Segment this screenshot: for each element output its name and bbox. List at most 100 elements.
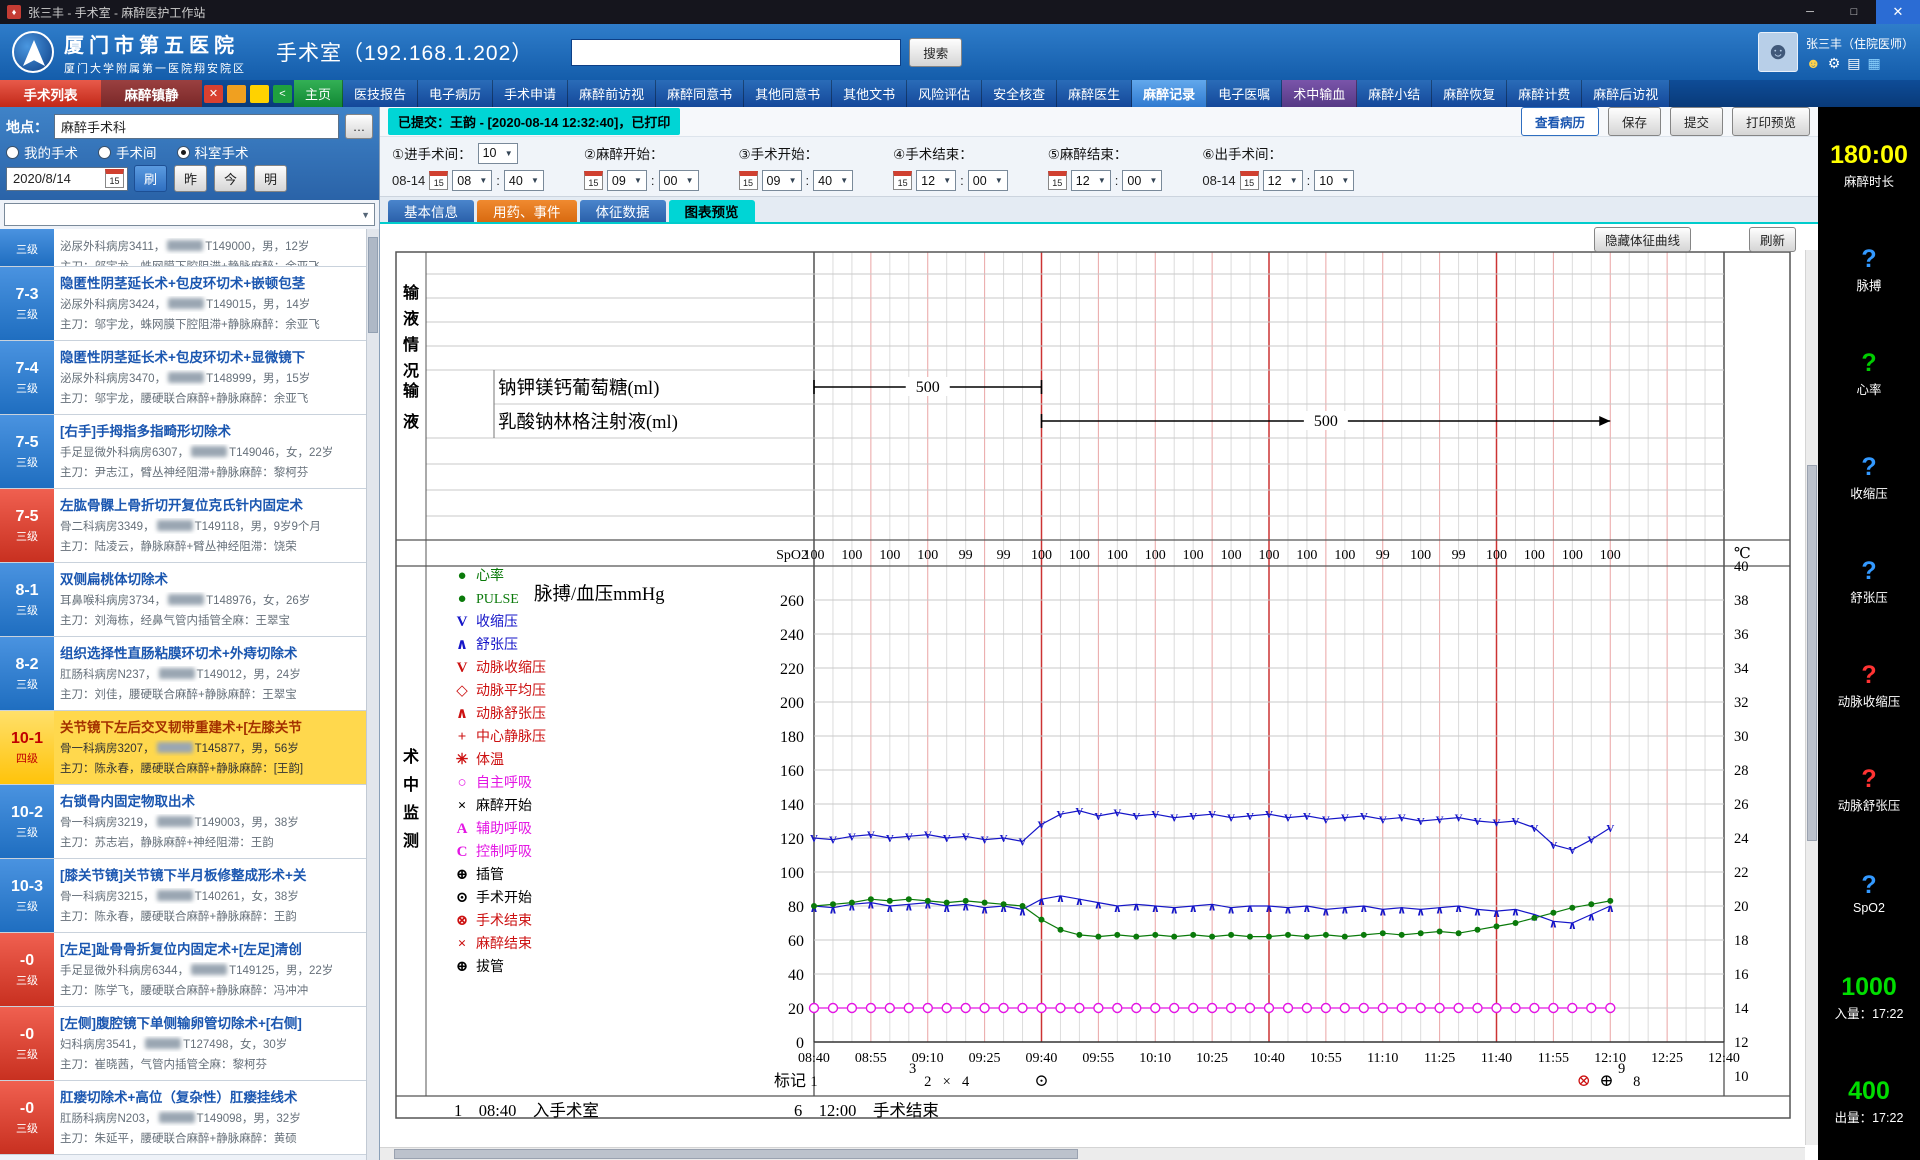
tab-麻醉同意书[interactable]: 麻醉同意书 (656, 80, 744, 107)
scroll-left-icon[interactable]: < (273, 85, 292, 103)
surgery-list-item[interactable]: 10-3三级[膝关节镜]关节镜下半月板修整成形术+关骨一科病房3215，T140… (0, 859, 366, 933)
date-input[interactable]: 2020/8/14 15 (6, 167, 128, 191)
tab-手术申请[interactable]: 手术申请 (493, 80, 568, 107)
gear-icon[interactable]: ⚙ (1828, 56, 1841, 70)
maximize-button[interactable]: □ (1832, 0, 1876, 24)
svg-text:∧: ∧ (1549, 918, 1558, 930)
calendar-icon[interactable]: 15 (739, 171, 758, 190)
hour-select[interactable]: 08▼ (452, 170, 492, 191)
room-select[interactable]: 10▼ (478, 143, 518, 164)
calendar-icon[interactable]: 15 (105, 169, 124, 188)
tab-麻醉恢复[interactable]: 麻醉恢复 (1432, 80, 1507, 107)
tab-麻醉记录[interactable]: 麻醉记录 (1132, 80, 1207, 107)
tab-电子病历[interactable]: 电子病历 (418, 80, 493, 107)
date-button-昨[interactable]: 昨 (174, 165, 207, 192)
tab-surgery-list[interactable]: 手术列表 (0, 80, 101, 107)
sidebar-scrollbar[interactable] (366, 229, 379, 1160)
anesthesia-line: 主刀：朱延平，腰硬联合麻醉+静脉麻醉：黄硕 (60, 1130, 360, 1146)
record-subtab-图表预览[interactable]: 图表预览 (669, 200, 755, 222)
tab-麻醉后访视[interactable]: 麻醉后访视 (1582, 80, 1670, 107)
chart-vertical-scrollbar[interactable] (1805, 250, 1818, 1145)
global-search-input[interactable] (571, 39, 901, 66)
radio-手术间[interactable]: 手术间 (98, 142, 157, 162)
record-subtab-体征数据[interactable]: 体征数据 (580, 200, 666, 222)
search-button[interactable]: 搜索 (909, 38, 962, 67)
tab-anesthesia-sedation[interactable]: 麻醉镇静 (101, 80, 202, 107)
hour-select[interactable]: 09▼ (762, 170, 802, 191)
surgery-list-item[interactable]: -0三级[左足]趾骨骨折复位内固定术+[左足]清创手足显微外科病房6344，T1… (0, 933, 366, 1007)
chart-button-刷新[interactable]: 刷新 (1749, 227, 1796, 252)
date-button-明[interactable]: 明 (254, 165, 287, 192)
surgery-list-item[interactable]: 三级泌尿外科病房3411，T149000，男，12岁主刀：邬宇龙，蛛网膜下腔阻滞… (0, 229, 366, 267)
location-input[interactable]: 麻醉手术科 (54, 114, 339, 139)
tab-风险评估[interactable]: 风险评估 (907, 80, 982, 107)
chart-hscroll-thumb[interactable] (394, 1149, 1078, 1159)
minute-select[interactable]: 40▼ (504, 170, 544, 191)
anesthesia-record-main: 已提交：王韵 - [2020-08-14 12:32:40]，已打印 查看病历保… (380, 107, 1818, 1160)
minute-select[interactable]: 00▼ (968, 170, 1008, 191)
user-avatar[interactable]: ☻ (1758, 32, 1798, 72)
yellow-square-icon[interactable] (250, 85, 269, 103)
sidebar-scrollbar-thumb[interactable] (368, 237, 378, 333)
date-button-刷[interactable]: 刷 (134, 165, 167, 192)
calendar-icon[interactable]: 15 (584, 171, 603, 190)
surgery-list-item[interactable]: 10-1四级关节镜下左后交叉韧带重建术+[左膝关节骨一科病房3207，T1458… (0, 711, 366, 785)
orange-square-icon[interactable] (227, 85, 246, 103)
user-icon[interactable]: ☻ (1806, 56, 1821, 70)
surgery-list-item[interactable]: 8-1三级双侧扁桃体切除术耳鼻喉科病房3734，T148976，女，26岁主刀：… (0, 563, 366, 637)
close-panel-icon[interactable]: ✕ (204, 85, 223, 103)
surgery-list-item[interactable]: 7-5三级左肱骨髁上骨折切开复位克氏针内固定术骨二科病房3349，T149118… (0, 489, 366, 563)
location-more-button[interactable]: … (345, 114, 373, 139)
record-subtab-用药、事件[interactable]: 用药、事件 (477, 200, 577, 222)
surgery-list-item[interactable]: 7-4三级隐匿性阴茎延长术+包皮环切术+显微镜下泌尿外科病房3470，T1489… (0, 341, 366, 415)
radio-科室手术[interactable]: 科室手术 (177, 142, 249, 162)
calendar-icon[interactable]: 15 (1048, 171, 1067, 190)
tab-麻醉计费[interactable]: 麻醉计费 (1507, 80, 1582, 107)
hour-select[interactable]: 09▼ (607, 170, 647, 191)
grid-icon[interactable]: ▦ (1868, 56, 1881, 70)
chart-vscroll-thumb[interactable] (1807, 465, 1817, 841)
tab-电子医嘱[interactable]: 电子医嘱 (1207, 80, 1282, 107)
minute-select[interactable]: 10▼ (1314, 170, 1354, 191)
surgery-list-item[interactable]: 10-2三级右锁骨内固定物取出术骨一科病房3219，T149003，男，38岁主… (0, 785, 366, 859)
record-subtab-基本信息[interactable]: 基本信息 (388, 200, 474, 222)
record-button-保存[interactable]: 保存 (1608, 107, 1661, 136)
tab-麻醉小结[interactable]: 麻醉小结 (1357, 80, 1432, 107)
tab-术中输血[interactable]: 术中输血 (1282, 80, 1357, 107)
time-group: ⑤麻醉结束：1512▼:00▼ (1048, 142, 1163, 196)
tab-安全核查[interactable]: 安全核查 (982, 80, 1057, 107)
calendar-icon[interactable]: 15 (893, 171, 912, 190)
surgery-list-item[interactable]: 7-5三级[右手]手拇指多指畸形切除术手足显微外科病房6307，T149046，… (0, 415, 366, 489)
surgery-filter-select[interactable]: ▼ (4, 203, 375, 226)
record-button-提交[interactable]: 提交 (1670, 107, 1723, 136)
chart-button-隐藏体征曲线[interactable]: 隐藏体征曲线 (1594, 227, 1691, 252)
time-controls: 1512▼:00▼ (1048, 170, 1163, 191)
record-button-查看病历[interactable]: 查看病历 (1521, 107, 1599, 136)
calendar-icon[interactable]: 15 (429, 171, 448, 190)
record-button-打印预览[interactable]: 打印预览 (1732, 107, 1810, 136)
minimize-button[interactable]: ─ (1788, 0, 1832, 24)
minute-select[interactable]: 00▼ (1122, 170, 1162, 191)
surgery-list-item[interactable]: 7-3三级隐匿性阴茎延长术+包皮环切术+嵌顿包茎泌尿外科病房3424，T1490… (0, 267, 366, 341)
close-button[interactable]: ✕ (1876, 0, 1920, 24)
calendar-icon[interactable]: 15 (1240, 171, 1259, 190)
tab-其他文书[interactable]: 其他文书 (832, 80, 907, 107)
tab-麻醉医生[interactable]: 麻醉医生 (1057, 80, 1132, 107)
minute-select[interactable]: 40▼ (813, 170, 853, 191)
tab-主页[interactable]: 主页 (294, 80, 343, 107)
notebook-icon[interactable]: ▤ (1847, 56, 1860, 70)
minute-select[interactable]: 00▼ (659, 170, 699, 191)
tab-医技报告[interactable]: 医技报告 (343, 80, 418, 107)
hour-select[interactable]: 12▼ (1263, 170, 1303, 191)
hour-select[interactable]: 12▼ (1071, 170, 1111, 191)
date-button-今[interactable]: 今 (214, 165, 247, 192)
surgery-list-item[interactable]: 8-2三级组织选择性直肠粘膜环切术+外痔切除术肛肠科病房N237，T149012… (0, 637, 366, 711)
surgery-list-item[interactable]: -0三级[左侧]腹腔镜下单侧输卵管切除术+[右侧]妇科病房3541，T12749… (0, 1007, 366, 1081)
radio-我的手术[interactable]: 我的手术 (6, 142, 78, 162)
hour-select[interactable]: 12▼ (916, 170, 956, 191)
surgery-list-item[interactable]: -0三级肛瘘切除术+高位（复杂性）肛瘘挂线术肛肠科病房N203，T149098，… (0, 1081, 366, 1155)
chart-horizontal-scrollbar[interactable] (380, 1147, 1805, 1160)
svg-text:∧: ∧ (885, 903, 894, 915)
tab-其他同意书[interactable]: 其他同意书 (744, 80, 832, 107)
tab-麻醉前访视[interactable]: 麻醉前访视 (568, 80, 656, 107)
